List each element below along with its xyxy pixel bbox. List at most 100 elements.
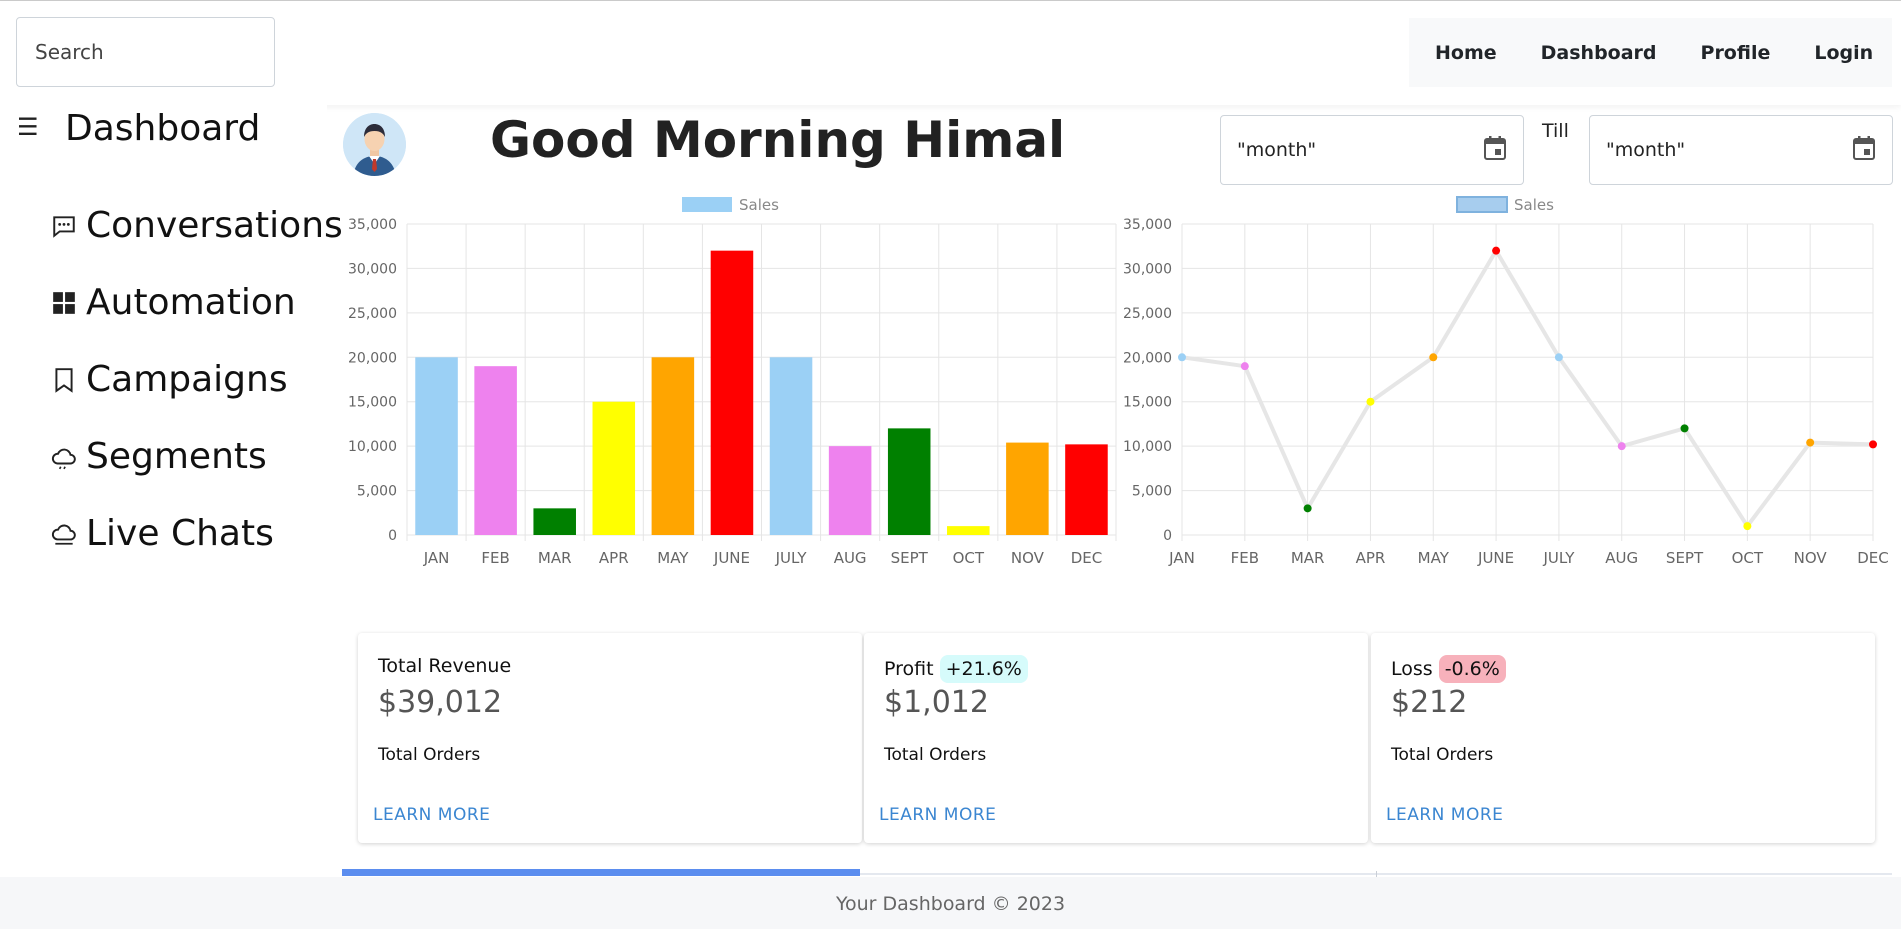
bar bbox=[887, 428, 931, 535]
bar bbox=[947, 526, 990, 535]
y-tick-label: 30,000 bbox=[1123, 261, 1172, 277]
y-tick-label: 35,000 bbox=[1123, 217, 1172, 233]
card-title: Total Revenue bbox=[378, 655, 512, 677]
data-point bbox=[1366, 397, 1375, 406]
nav-profile-link[interactable]: Profile bbox=[1701, 42, 1771, 64]
status-badge: -0.6% bbox=[1438, 655, 1506, 683]
card-subtitle: Total Orders bbox=[884, 745, 987, 765]
sidebar-item-automation[interactable]: Automation bbox=[50, 282, 296, 323]
sidebar-item-label: Segments bbox=[86, 436, 267, 477]
card-value: $1,012 bbox=[884, 685, 989, 720]
x-tick-label: APR bbox=[1356, 549, 1386, 567]
sidebar-item-label: Automation bbox=[86, 282, 296, 323]
y-tick-label: 25,000 bbox=[348, 306, 397, 322]
sidebar-item-segments[interactable]: Segments bbox=[50, 436, 267, 477]
card-title-row: Total Revenue bbox=[378, 655, 511, 677]
bar-chart: Sales 0 5,000 10,000 15,000 20,000 25,000 30,00… bbox=[340, 191, 1120, 581]
bookmark-icon bbox=[50, 366, 78, 394]
x-tick-label: SEPT bbox=[1666, 549, 1704, 567]
learn-more-link[interactable]: LEARN MORE bbox=[1386, 805, 1503, 825]
legend-label: Sales bbox=[739, 196, 779, 214]
legend-label: Sales bbox=[1514, 196, 1554, 214]
x-tick-label: DEC bbox=[1071, 549, 1103, 567]
chart-legend: Sales bbox=[682, 196, 779, 214]
y-tick-label: 0 bbox=[388, 528, 397, 544]
line-chart-svg: Sales 0 5,000 10,000 15,000 20,000 25,000 30,00… bbox=[1123, 196, 1889, 567]
bar bbox=[474, 366, 517, 535]
y-tick-label: 35,000 bbox=[348, 217, 397, 233]
sidebar-item-label: Live Chats bbox=[86, 513, 274, 554]
nav-dashboard-link[interactable]: Dashboard bbox=[1541, 42, 1657, 64]
y-tick-label: 30,000 bbox=[348, 261, 397, 277]
x-tick-label: DEC bbox=[1857, 549, 1889, 567]
x-tick-label: JAN bbox=[1168, 549, 1195, 567]
x-tick-label: NOV bbox=[1794, 549, 1828, 567]
sidebar-item-campaigns[interactable]: Campaigns bbox=[50, 359, 288, 400]
y-tick-label: 0 bbox=[1163, 528, 1172, 544]
x-tick-label: MAY bbox=[657, 549, 689, 567]
x-tick-label: MAR bbox=[538, 549, 572, 567]
card-subtitle: Total Orders bbox=[1391, 745, 1494, 765]
x-tick-label: JULY bbox=[1542, 549, 1575, 567]
learn-more-link[interactable]: LEARN MORE bbox=[373, 805, 490, 825]
footer-text: Your Dashboard © 2023 bbox=[835, 892, 1066, 915]
nav-links: Home Dashboard Profile Login bbox=[1409, 18, 1892, 87]
card-subtitle: Total Orders bbox=[378, 745, 481, 765]
card-title-row: Loss -0.6% bbox=[1391, 655, 1506, 683]
card-title: Profit bbox=[884, 658, 934, 680]
bar bbox=[828, 446, 872, 535]
active-tab-indicator[interactable] bbox=[342, 869, 860, 876]
calendar-icon[interactable] bbox=[1483, 135, 1507, 166]
y-tick-label: 5,000 bbox=[357, 484, 397, 500]
x-tick-label: FEB bbox=[481, 549, 509, 567]
data-point bbox=[1806, 438, 1815, 447]
sidebar-item-conversations[interactable]: Conversations bbox=[50, 205, 343, 246]
data-point bbox=[1492, 246, 1501, 255]
x-tick-label: AUG bbox=[1605, 549, 1638, 567]
y-tick-label: 5,000 bbox=[1132, 484, 1172, 500]
sidebar-item-label: Campaigns bbox=[86, 359, 288, 400]
data-point bbox=[1680, 424, 1689, 433]
sidebar-item-live-chats[interactable]: Live Chats bbox=[50, 513, 274, 554]
data-point bbox=[1178, 353, 1186, 362]
till-month-value: "month" bbox=[1606, 139, 1686, 161]
x-tick-label: JUNE bbox=[1477, 549, 1514, 567]
learn-more-link[interactable]: LEARN MORE bbox=[879, 805, 996, 825]
till-month-input[interactable]: "month" bbox=[1589, 115, 1893, 185]
bar bbox=[415, 357, 458, 535]
bar-chart-svg: Sales 0 5,000 10,000 15,000 20,000 25,000 30,00… bbox=[348, 196, 1117, 567]
sidebar-item-label: Conversations bbox=[86, 205, 343, 246]
footer: Your Dashboard © 2023 bbox=[0, 877, 1901, 929]
data-point bbox=[1869, 440, 1877, 449]
y-tick-label: 20,000 bbox=[1123, 350, 1172, 366]
nav-login-link[interactable]: Login bbox=[1814, 42, 1873, 64]
sidebar: ☰ Dashboard Conversations Automation Cam… bbox=[0, 105, 343, 877]
calendar-icon[interactable] bbox=[1852, 135, 1876, 166]
from-month-value: "month" bbox=[1237, 139, 1317, 161]
bar bbox=[1006, 442, 1049, 535]
y-tick-label: 10,000 bbox=[348, 439, 397, 455]
x-tick-label: MAR bbox=[1291, 549, 1325, 567]
sidebar-title: Dashboard bbox=[65, 108, 261, 149]
hamburger-menu-icon[interactable]: ☰ bbox=[17, 113, 39, 141]
x-tick-label: AUG bbox=[834, 549, 867, 567]
data-point bbox=[1617, 442, 1626, 451]
status-badge: +21.6% bbox=[939, 655, 1028, 683]
cloud-icon bbox=[50, 520, 78, 548]
bar bbox=[769, 357, 813, 535]
bar bbox=[651, 357, 695, 535]
x-tick-label: APR bbox=[599, 549, 629, 567]
x-tick-label: MAY bbox=[1418, 549, 1450, 567]
top-navbar: Home Dashboard Profile Login bbox=[0, 1, 1901, 105]
avatar bbox=[343, 113, 406, 176]
chat-dots-icon bbox=[50, 212, 78, 240]
x-tick-label: NOV bbox=[1011, 549, 1045, 567]
x-tick-label: JUNE bbox=[713, 549, 750, 567]
from-month-input[interactable]: "month" bbox=[1220, 115, 1524, 185]
search-input[interactable] bbox=[16, 17, 275, 87]
x-tick-label: JULY bbox=[775, 549, 808, 567]
legend-swatch bbox=[682, 197, 732, 212]
nav-home-link[interactable]: Home bbox=[1435, 42, 1497, 64]
data-point bbox=[1554, 353, 1563, 362]
data-point bbox=[1429, 353, 1438, 362]
